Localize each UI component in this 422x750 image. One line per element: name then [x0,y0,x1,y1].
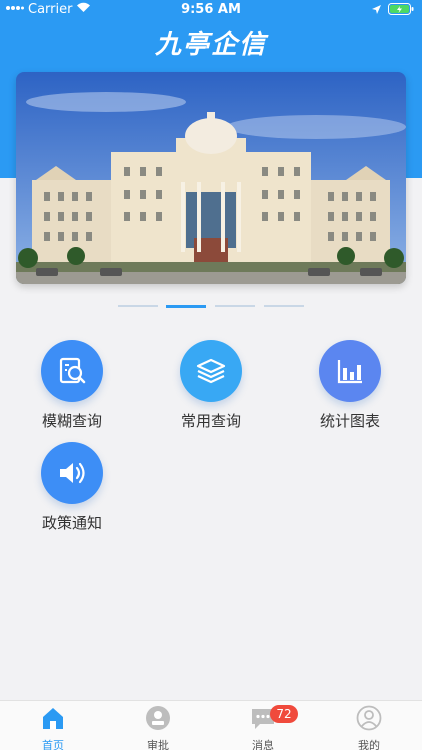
home-icon [40,705,66,731]
carousel-dot[interactable] [264,305,304,307]
location-icon [371,4,382,19]
layers-icon [180,340,242,402]
approval-icon [145,705,171,731]
tab-label: 首页 [42,739,64,750]
menu-label: 统计图表 [319,412,380,430]
carousel-dot[interactable] [215,305,255,307]
banner-carousel[interactable] [16,72,406,284]
banner-image [16,72,406,284]
tab-approval[interactable]: 审批 [128,705,188,750]
status-bar: Carrier 9:56 AM [0,0,422,20]
menu-label: 模糊查询 [41,412,102,430]
carousel-indicator [0,305,422,309]
bar-chart-icon [319,340,381,402]
menu-common-search[interactable]: 常用查询 [151,340,271,431]
tab-home[interactable]: 首页 [23,705,83,750]
search-doc-icon [41,340,103,402]
menu-policy-notice[interactable]: 政策通知 [12,442,132,533]
app-title: 九亭企信 [154,30,267,60]
tab-label: 消息 [252,739,274,750]
menu-statistics-chart[interactable]: 统计图表 [290,340,410,431]
status-right [371,3,414,19]
status-time: 9:56 AM [181,2,241,17]
battery-icon [388,3,414,19]
tab-label: 审批 [147,739,169,750]
menu-label: 政策通知 [41,514,102,532]
tab-profile[interactable]: 我的 [339,705,399,750]
menu-label: 常用查询 [180,412,241,430]
menu-fuzzy-search[interactable]: 模糊查询 [12,340,132,431]
carousel-dot[interactable] [118,305,158,307]
tab-bar: 首页 审批 消息 72 我的 [0,700,422,750]
message-badge: 72 [270,705,298,723]
tab-label: 我的 [358,739,380,750]
speaker-icon [41,442,103,504]
carousel-dot-active[interactable] [166,305,206,308]
profile-icon [356,705,382,731]
